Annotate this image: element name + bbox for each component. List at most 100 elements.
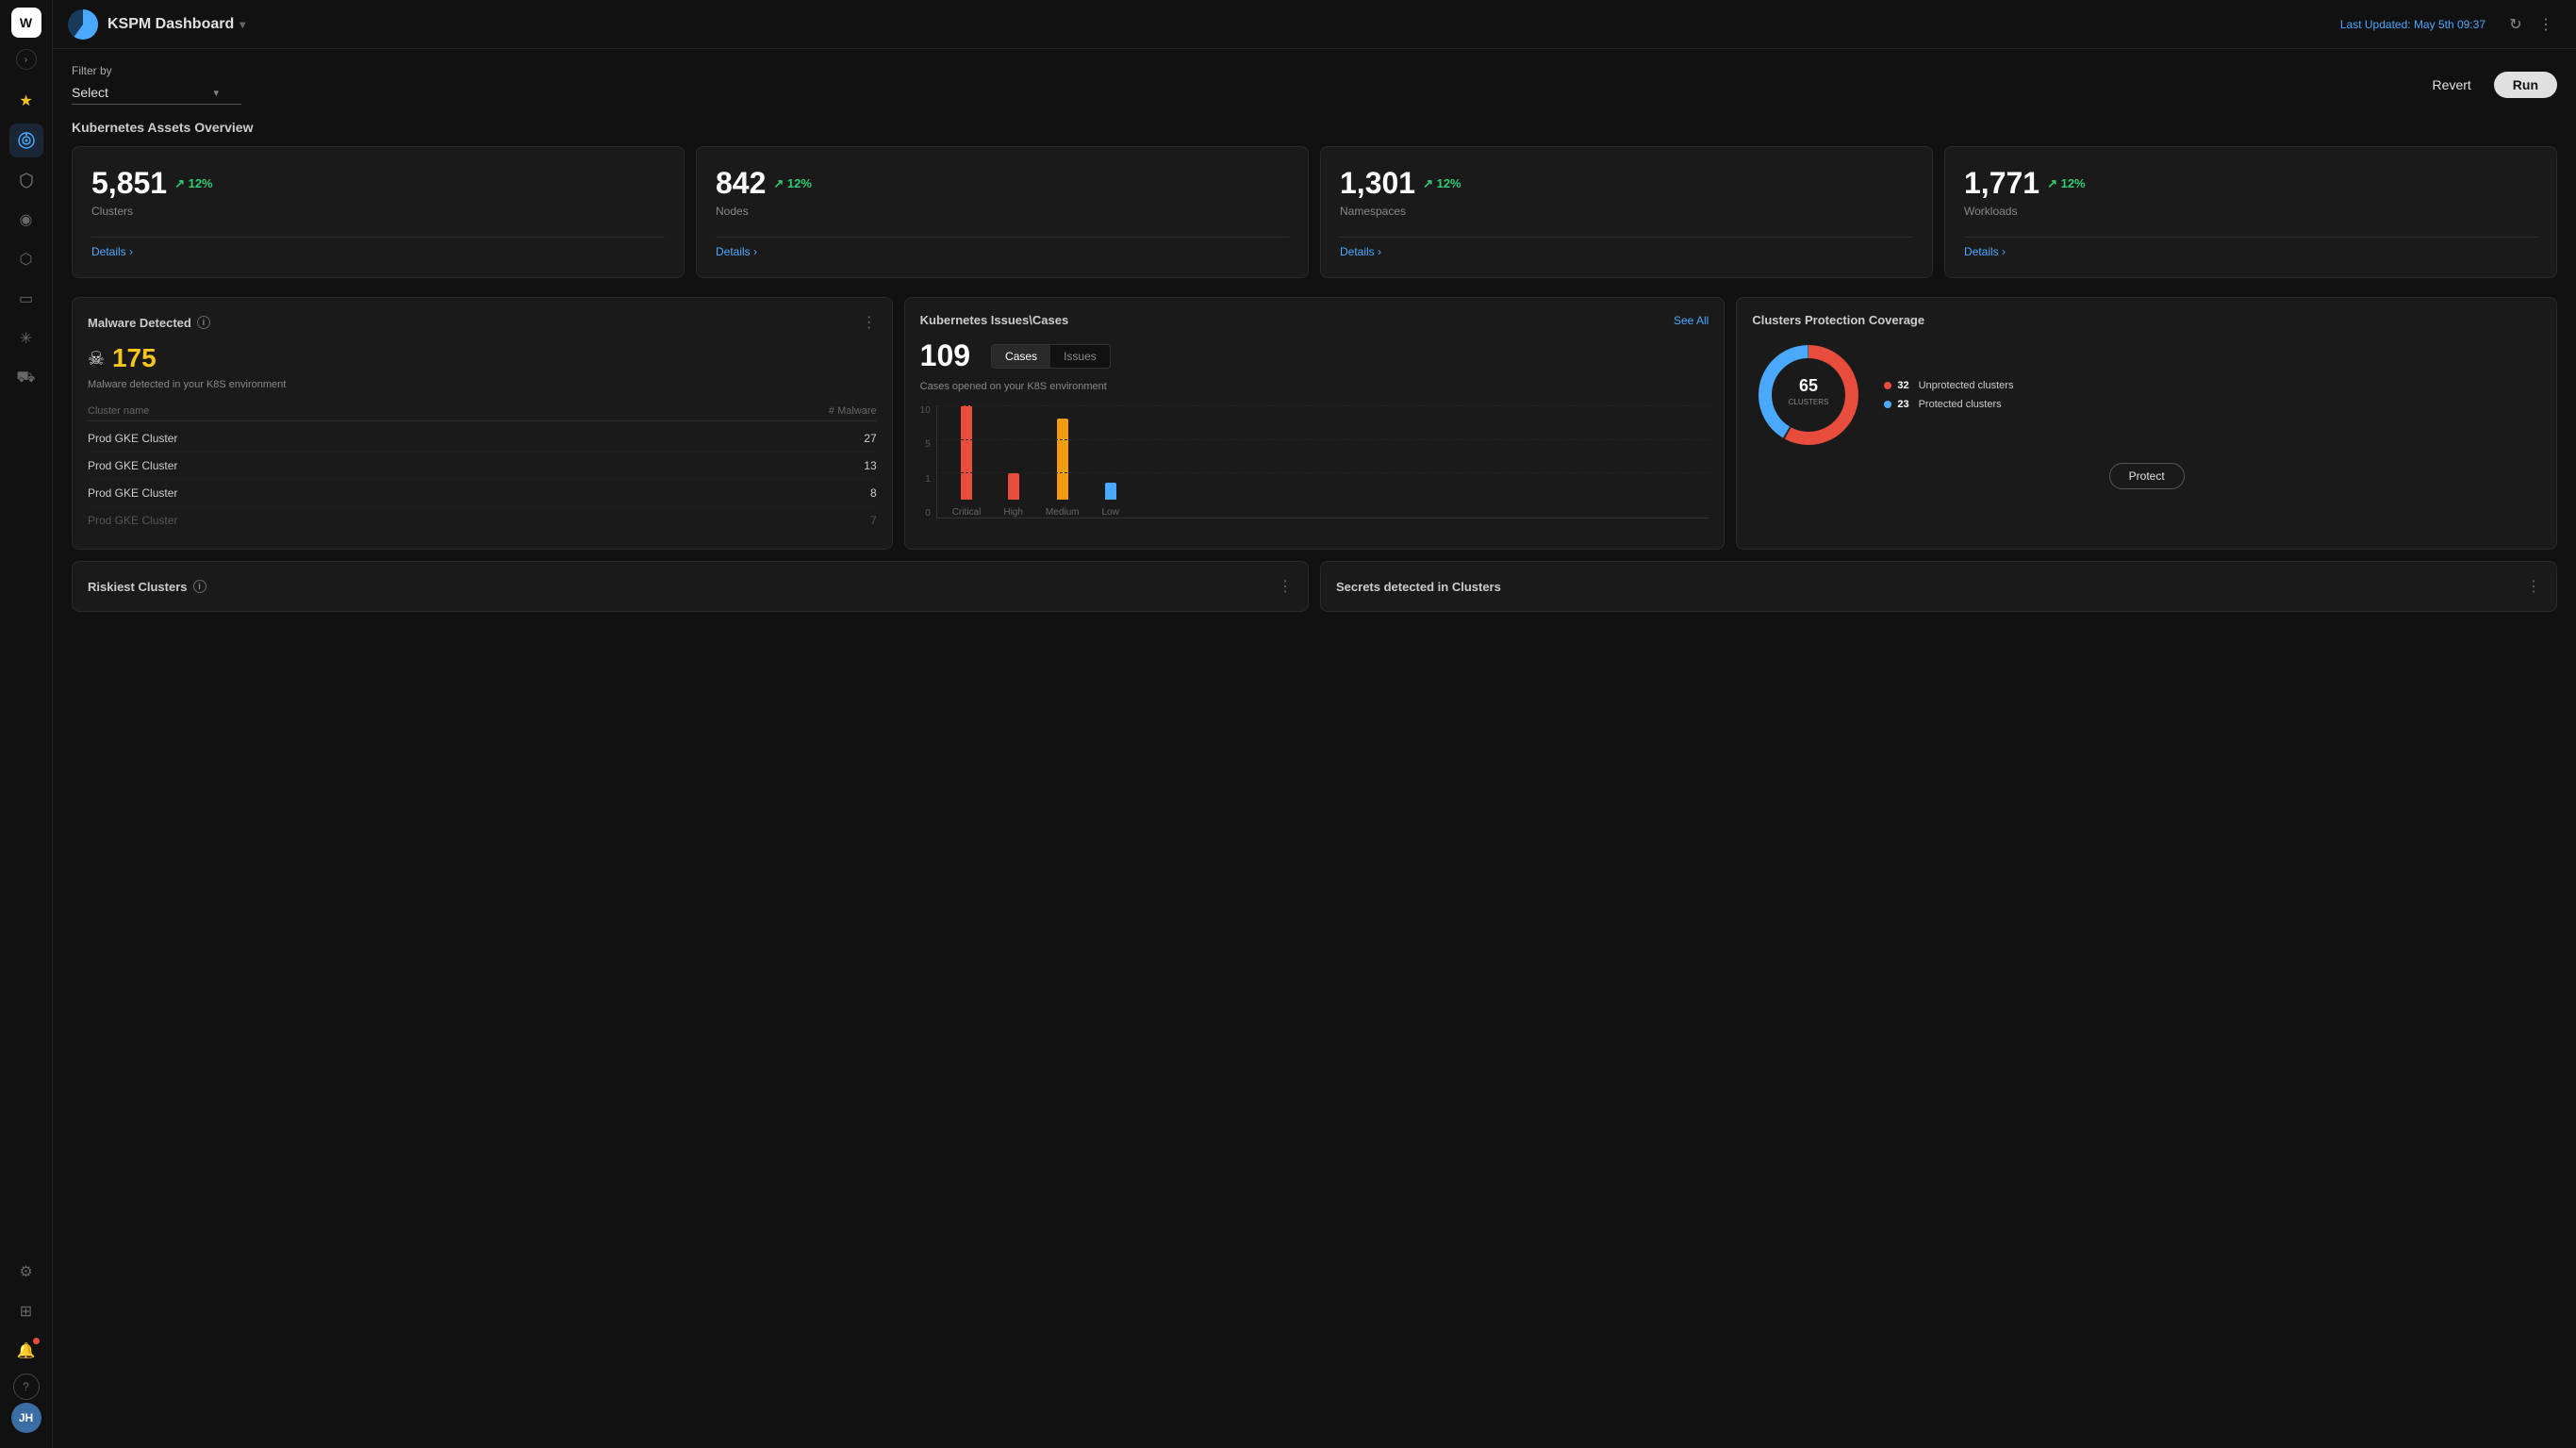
tab-issues[interactable]: Issues xyxy=(1050,345,1110,368)
malware-table: Cluster name # Malware Prod GKE Cluster … xyxy=(88,402,877,534)
assets-section-header: Kubernetes Assets Overview xyxy=(72,120,2557,135)
clusters-details-link[interactable]: Details › xyxy=(91,245,665,258)
sidebar-icon-eye[interactable]: ◉ xyxy=(9,203,43,237)
svg-text:CLUSTERS: CLUSTERS xyxy=(1789,398,1829,406)
sidebar-icon-terminal[interactable]: ▭ xyxy=(9,282,43,316)
filter-select[interactable]: Select ▾ xyxy=(72,81,241,105)
bar-low-label: Low xyxy=(1102,507,1119,518)
sidebar-icon-puzzle[interactable]: ⬡ xyxy=(9,242,43,276)
protected-label: Protected clusters xyxy=(1919,399,2002,410)
clusters-protection-title: Clusters Protection Coverage xyxy=(1752,313,1924,327)
sidebar-icon-grid[interactable]: ⊞ xyxy=(9,1294,43,1328)
riskiest-clusters-panel: Riskiest Clusters i ⋮ xyxy=(72,561,1309,612)
filter-actions: Revert Run xyxy=(2421,72,2557,98)
unprotected-dot xyxy=(1884,382,1891,389)
page-title: KSPM Dashboard ▾ xyxy=(107,16,245,33)
more-menu-button[interactable]: ⋮ xyxy=(2531,9,2561,40)
malware-subtitle: Malware detected in your K8S environment xyxy=(88,379,877,390)
clusters-protection-header: Clusters Protection Coverage xyxy=(1752,313,2541,327)
tab-cases[interactable]: Cases xyxy=(992,345,1050,368)
namespaces-value: 1,301 ↗ 12% xyxy=(1340,166,1913,201)
malware-row: Prod GKE Cluster 13 xyxy=(88,452,877,480)
secrets-menu-icon[interactable]: ⋮ xyxy=(2526,577,2541,596)
sidebar-toggle[interactable]: › xyxy=(16,49,37,70)
sidebar-icon-asterisk[interactable]: ✳ xyxy=(9,321,43,355)
gridline xyxy=(937,405,1709,406)
bar-medium: Medium xyxy=(1046,419,1080,518)
malware-menu-icon[interactable]: ⋮ xyxy=(862,313,877,332)
chart-wrapper: 10 5 1 0 Critical xyxy=(920,405,1709,518)
protect-button[interactable]: Protect xyxy=(2109,463,2185,489)
gridline xyxy=(937,439,1709,440)
malware-title: Malware Detected i xyxy=(88,316,210,330)
sidebar-icon-shield[interactable] xyxy=(9,163,43,197)
bar-medium-bar xyxy=(1057,419,1068,500)
title-chevron-icon[interactable]: ▾ xyxy=(239,18,245,31)
sidebar-icon-star[interactable]: ★ xyxy=(9,84,43,118)
namespaces-details-link[interactable]: Details › xyxy=(1340,245,1913,258)
run-button[interactable]: Run xyxy=(2494,72,2557,98)
protected-dot xyxy=(1884,401,1891,408)
filter-group: Filter by Select ▾ xyxy=(72,64,241,105)
riskiest-info-icon[interactable]: i xyxy=(193,580,206,593)
user-avatar[interactable]: JH xyxy=(11,1403,41,1433)
filter-label: Filter by xyxy=(72,64,241,77)
riskiest-menu-icon[interactable]: ⋮ xyxy=(1278,577,1293,596)
donut-legend: 32 Unprotected clusters 23 Protected clu… xyxy=(1884,380,2013,410)
malware-info-icon[interactable]: i xyxy=(197,316,210,329)
asset-card-workloads: 1,771 ↗ 12% Workloads Details › xyxy=(1944,146,2557,278)
kspm-logo xyxy=(68,9,98,40)
k8s-subtitle: Cases opened on your K8S environment xyxy=(920,381,1709,392)
asset-card-clusters: 5,851 ↗ 12% Clusters Details › xyxy=(72,146,685,278)
svg-text:65: 65 xyxy=(1799,376,1818,395)
malware-panel-header: Malware Detected i ⋮ xyxy=(88,313,877,332)
refresh-button[interactable]: ↻ xyxy=(2501,9,2531,40)
sidebar-icon-radar[interactable] xyxy=(9,123,43,157)
bar-high-bar xyxy=(1008,473,1019,500)
panels-row: Malware Detected i ⋮ ☠ 175 Malware detec… xyxy=(72,297,2557,550)
k8s-issues-panel: Kubernetes Issues\Cases See All 109 Case… xyxy=(904,297,1726,550)
malware-row: Prod GKE Cluster 7 xyxy=(88,507,877,534)
filter-bar: Filter by Select ▾ Revert Run xyxy=(72,64,2557,105)
malware-row: Prod GKE Cluster 27 xyxy=(88,425,877,452)
see-all-link[interactable]: See All xyxy=(1674,314,1709,327)
workloads-value: 1,771 ↗ 12% xyxy=(1964,166,2537,201)
main-content: KSPM Dashboard ▾ Last Updated: May 5th 0… xyxy=(53,0,2576,1448)
legend-protected: 23 Protected clusters xyxy=(1884,399,2013,410)
revert-button[interactable]: Revert xyxy=(2421,72,2483,98)
last-updated: Last Updated: May 5th 09:37 xyxy=(2340,18,2485,31)
chart-bars: Critical High Medium xyxy=(936,405,1709,518)
sidebar-icon-help[interactable]: ? xyxy=(13,1374,40,1400)
secrets-panel: Secrets detected in Clusters ⋮ xyxy=(1320,561,2557,612)
sidebar: W › ★ ◉ ⬡ ▭ ✳ ⛟ ⚙ ⊞ 🔔 ? JH xyxy=(0,0,53,1448)
namespaces-pct: ↗ 12% xyxy=(1423,176,1461,191)
sidebar-icon-bell[interactable]: 🔔 xyxy=(9,1334,43,1368)
namespaces-label: Namespaces xyxy=(1340,205,1913,218)
malware-table-header: Cluster name # Malware xyxy=(88,402,877,421)
bar-high-label: High xyxy=(1003,507,1023,518)
sidebar-icon-gear[interactable]: ⚙ xyxy=(9,1255,43,1289)
sidebar-icon-cart[interactable]: ⛟ xyxy=(9,361,43,395)
nodes-label: Nodes xyxy=(716,205,1289,218)
bottom-row: Riskiest Clusters i ⋮ Secrets detected i… xyxy=(72,561,2557,612)
clusters-value: 5,851 ↗ 12% xyxy=(91,166,665,201)
secrets-header: Secrets detected in Clusters ⋮ xyxy=(1336,577,2541,596)
malware-count: ☠ 175 xyxy=(88,343,877,373)
riskiest-header: Riskiest Clusters i ⋮ xyxy=(88,577,1293,596)
protected-count: 23 xyxy=(1897,399,1908,410)
unprotected-count: 32 xyxy=(1897,380,1908,391)
workloads-label: Workloads xyxy=(1964,205,2537,218)
asset-card-namespaces: 1,301 ↗ 12% Namespaces Details › xyxy=(1320,146,1933,278)
topbar: KSPM Dashboard ▾ Last Updated: May 5th 0… xyxy=(53,0,2576,49)
assets-grid: 5,851 ↗ 12% Clusters Details › 842 ↗ 12%… xyxy=(72,146,2557,278)
bar-high: High xyxy=(1003,473,1023,518)
nodes-details-link[interactable]: Details › xyxy=(716,245,1289,258)
workloads-details-link[interactable]: Details › xyxy=(1964,245,2537,258)
malware-number: 175 xyxy=(112,343,157,373)
workloads-pct: ↗ 12% xyxy=(2047,176,2086,191)
clusters-label: Clusters xyxy=(91,205,665,218)
clusters-protection-panel: Clusters Protection Coverage 65 CLUSTERS xyxy=(1736,297,2557,550)
secrets-title: Secrets detected in Clusters xyxy=(1336,580,1501,594)
asset-card-nodes: 842 ↗ 12% Nodes Details › xyxy=(696,146,1309,278)
donut-container: 65 CLUSTERS 32 Unprotected clusters 23 P… xyxy=(1752,338,2541,452)
